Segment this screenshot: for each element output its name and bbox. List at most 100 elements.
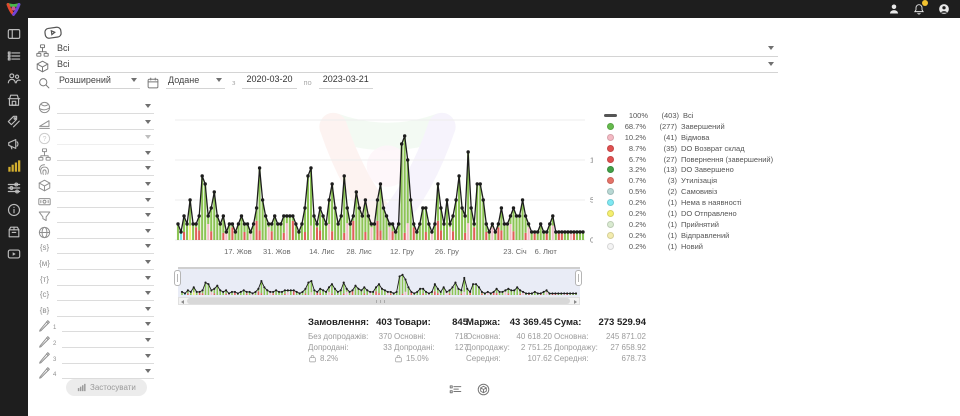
stats-sublabel: Середня: [554,354,589,365]
legend-item[interactable]: 0.2%(1)Відправлений [607,230,787,241]
search-icon[interactable] [38,77,50,89]
filter-dropdown-7[interactable] [57,194,154,208]
legend-count: (1) [651,209,677,218]
user-avatar-icon[interactable] [938,3,950,15]
sidebar-item-supplies[interactable] [0,221,28,243]
package-icon [38,179,51,192]
filter-dropdown-6[interactable] [57,178,154,192]
stats-subvalue: 33 [383,343,392,354]
chevron-down-icon [145,369,151,373]
list-view-icon[interactable] [449,383,462,396]
filter-dropdown-18[interactable] [62,365,154,379]
megaphone-icon [7,137,21,151]
filter-dropdown-12[interactable] [57,272,154,286]
search-mode-select[interactable]: Розширений [57,73,140,89]
package-view-icon[interactable] [477,383,490,396]
sidebar-item-marketing[interactable] [0,133,28,155]
legend-count: (13) [651,165,677,174]
pencil-icon [38,351,51,364]
legend-dot-swatch [607,210,614,217]
chevron-down-icon [145,198,151,202]
pencil-icon [38,335,51,348]
legend-item[interactable]: 6.7% (27) Повернення (завершений) [607,154,787,165]
sidebar-item-orders[interactable] [0,45,28,67]
sidebar-item-tags[interactable] [0,111,28,133]
filter-dropdown-17[interactable] [62,350,154,364]
chart-icon [7,159,21,173]
chart-navigator[interactable] [178,267,580,297]
navigator-left-handle[interactable] [174,270,181,286]
legend-item[interactable]: 0.7%(3)Утилізація [607,175,787,186]
legend-item[interactable]: 10.2%(41)Відмова [607,132,787,143]
scrollbar-thumb[interactable] [187,298,570,304]
legend-percent: 6.7% [619,155,646,164]
filter-dropdown-4[interactable] [57,147,154,161]
app-logo-icon[interactable] [5,2,22,17]
legend-count: (27) [651,155,677,164]
sidebar-item-dashboard[interactable] [0,23,28,45]
legend-count: (2) [651,187,677,196]
chart-scrollbar[interactable] [178,297,580,305]
play-tag-icon[interactable] [42,25,64,40]
chevron-down-icon [145,307,151,311]
sidebar-item-tutorials[interactable] [0,243,28,265]
filter-dropdown-10[interactable] [57,240,154,254]
store-icon [7,93,21,107]
product-select[interactable]: Всі [36,58,778,73]
filter-dropdown-2[interactable] [57,116,154,130]
date-from-input[interactable]: 2020-03-20 [242,74,296,89]
scroll-left-arrow-icon[interactable] [181,300,184,304]
date-to-input[interactable]: 2023-03-21 [319,74,373,89]
legend-label: Повернення (завершений) [681,155,773,164]
legend-label: Прийнятий [681,220,719,229]
filter-dropdown-1[interactable] [57,100,154,114]
orders-chart: 17. Жов31. Жов14. Лис28. Лис12. Гру26. Г… [173,98,593,264]
assistant-icon[interactable] [888,3,900,15]
scroll-right-arrow-icon[interactable] [574,300,577,304]
filter-dropdown-15[interactable] [62,318,154,332]
filter-dropdown-14[interactable] [57,303,154,317]
legend-item[interactable]: 0.2%(1)Новий [607,241,787,252]
stats-value: 43 369.45 [510,317,552,328]
legend-item[interactable]: 68.7%(277)Завершений [607,121,787,132]
apply-button[interactable]: Застосувати [66,379,147,396]
stats-subvalue: 40 618.20 [516,332,552,343]
variable-icon: {с} [38,288,51,301]
sidebar-item-info[interactable] [0,199,28,221]
sidebar-item-customers[interactable] [0,67,28,89]
filter-dropdown-13[interactable] [57,287,154,301]
chevron-down-icon [145,104,151,108]
question-icon [38,132,51,145]
date-field-select[interactable]: Додане [166,73,225,89]
legend-item[interactable]: 0.5%(2)Самовивіз [607,186,787,197]
legend-label: DO Отправлено [681,209,737,218]
legend-label: Нема в наявності [681,198,742,207]
filter-row-2 [38,116,154,130]
sidebar-item-analytics[interactable] [0,155,28,177]
legend-item[interactable]: 100%(403)Всі [607,110,787,121]
pencil-number: 4 [53,372,56,379]
filter-dropdown-5[interactable] [57,162,154,176]
sidebar-item-settings[interactable] [0,177,28,199]
navigator-right-handle[interactable] [575,270,582,286]
legend-item[interactable]: 8.7%(35)DO Возврат склад [607,143,787,154]
legend-item[interactable]: 3.2%(13)DO Завершено [607,164,787,175]
category-select[interactable]: Всі [36,42,778,57]
legend-item[interactable]: 0.2%(1)Прийнятий [607,219,787,230]
svg-text:31. Жов: 31. Жов [263,247,291,256]
filter-dropdown-11[interactable] [57,256,154,270]
date-field-value: Додане [168,75,199,85]
legend-item[interactable]: 0.2%(1)DO Отправлено [607,208,787,219]
stats-column-2: Товари:845Основні:718Допродані:12715.0% [394,317,468,364]
filter-dropdown-16[interactable] [62,334,154,348]
filter-dropdown-8[interactable] [57,209,154,223]
sidebar-item-store[interactable] [0,89,28,111]
filter-dropdown-9[interactable] [57,225,154,239]
legend-dot-swatch [607,177,614,184]
notifications-bell-icon[interactable] [913,3,925,15]
filter-dropdown-3[interactable] [57,131,154,145]
filter-row-9 [38,225,154,239]
filter-row-4 [38,147,154,161]
filter-row-5 [38,162,154,176]
legend-item[interactable]: 0.2%(1)Нема в наявності [607,197,787,208]
